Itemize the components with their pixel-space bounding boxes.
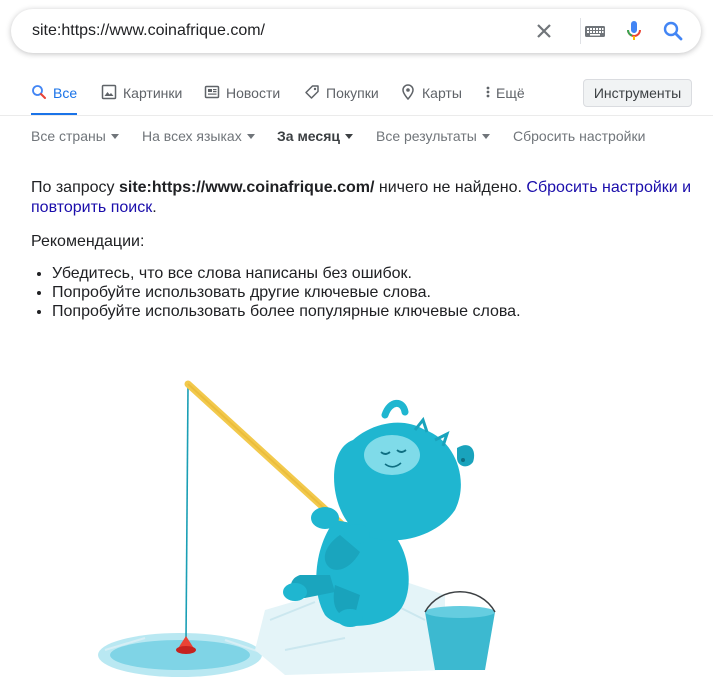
- tag-icon: [304, 84, 320, 100]
- search-box[interactable]: site:https://www.coinafrique.com/: [11, 9, 701, 53]
- tab-label: Ещё: [496, 85, 525, 101]
- filter-results[interactable]: Все результаты: [376, 128, 490, 144]
- filter-country[interactable]: Все страны: [31, 128, 119, 144]
- caret-down-icon: [481, 134, 490, 139]
- query-text: site:https://www.coinafrique.com/: [118, 179, 375, 196]
- list-item: Попробуйте использовать более популярные…: [52, 302, 521, 321]
- search-icon[interactable]: [661, 19, 685, 43]
- search-icon: [31, 84, 47, 100]
- tab-label: Карты: [422, 85, 462, 101]
- tab-shopping[interactable]: Покупки: [304, 72, 379, 116]
- search-filters: Все страны На всех языках За месяц Все р…: [0, 128, 713, 150]
- search-divider: [580, 18, 581, 44]
- image-icon: [101, 84, 117, 100]
- filter-reset[interactable]: Сбросить настройки: [513, 128, 645, 144]
- caret-down-icon: [110, 134, 119, 139]
- caret-down-icon: [246, 134, 255, 139]
- filter-language[interactable]: На всех языках: [142, 128, 255, 144]
- tab-news[interactable]: Новости: [204, 72, 280, 116]
- tab-label: Покупки: [326, 85, 379, 101]
- list-item: Попробуйте использовать другие ключевые …: [52, 283, 521, 302]
- filter-time[interactable]: За месяц: [277, 128, 353, 144]
- list-item: Убедитесь, что все слова написаны без ош…: [52, 264, 521, 283]
- close-icon[interactable]: [532, 19, 556, 43]
- caret-down-icon: [344, 134, 353, 139]
- recommendations-list: Убедитесь, что все слова написаны без ош…: [31, 264, 521, 321]
- tab-maps[interactable]: Карты: [400, 72, 462, 116]
- tab-label: Новости: [226, 85, 281, 101]
- tab-label: Все: [53, 85, 78, 101]
- microphone-icon[interactable]: [622, 19, 646, 43]
- tab-images[interactable]: Картинки: [101, 72, 182, 116]
- tabs-divider: [0, 115, 713, 116]
- fishing-creature-illustration: [98, 380, 496, 677]
- tab-more[interactable]: Ещё: [484, 72, 525, 116]
- tab-label: Картинки: [123, 85, 183, 101]
- no-results-message: По запросу site:https://www.coinafrique.…: [31, 179, 692, 216]
- tab-all[interactable]: Все: [31, 72, 78, 116]
- news-icon: [204, 84, 220, 100]
- recommendations-title: Рекомендации:: [31, 233, 145, 250]
- tools-button[interactable]: Инструменты: [583, 79, 692, 107]
- keyboard-icon[interactable]: [583, 19, 607, 43]
- more-vert-icon: [484, 84, 492, 100]
- search-input[interactable]: site:https://www.coinafrique.com/: [32, 9, 265, 53]
- map-pin-icon: [400, 84, 416, 101]
